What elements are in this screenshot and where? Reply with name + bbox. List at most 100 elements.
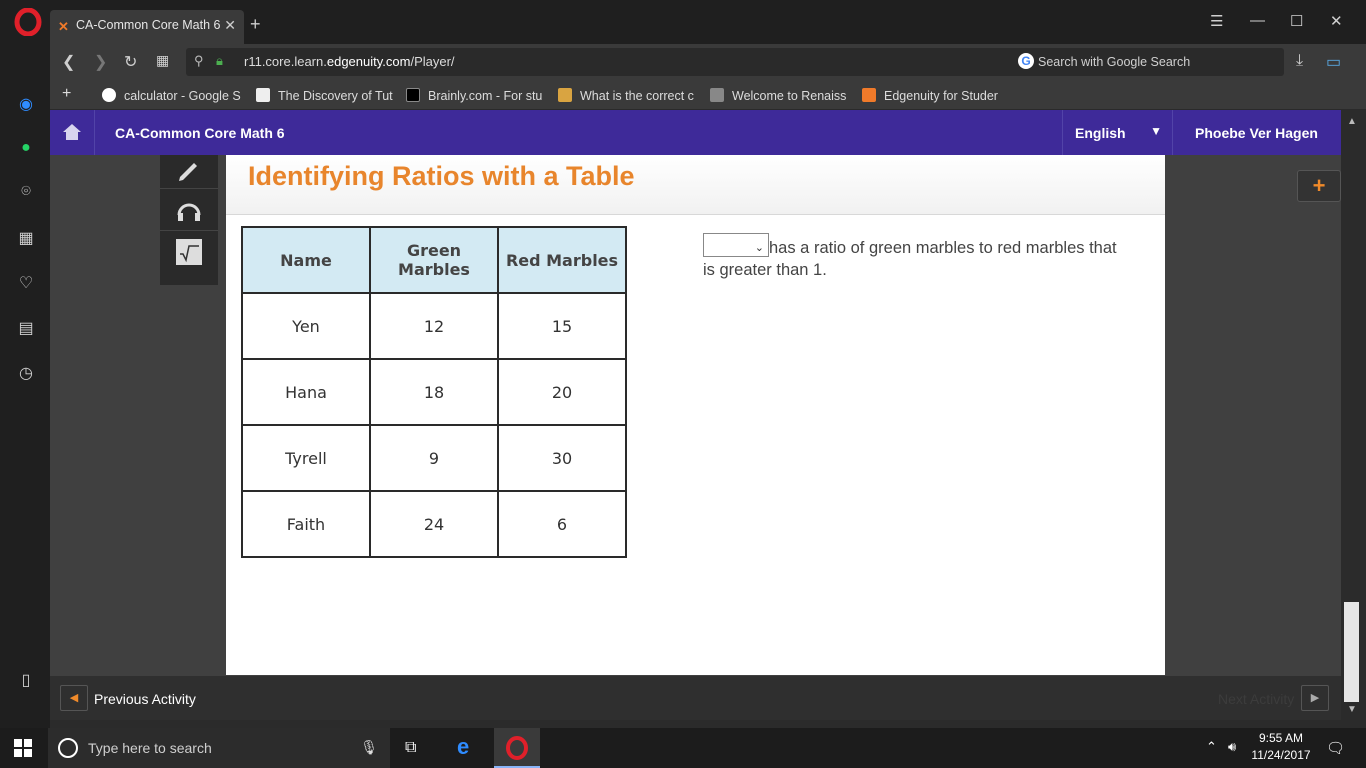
table-header-row: Name Green Marbles Red Marbles xyxy=(241,226,627,294)
taskbar-search-placeholder: Type here to search xyxy=(88,740,212,756)
plus-icon: + xyxy=(1312,173,1326,198)
messenger-icon[interactable]: ◉ xyxy=(17,94,35,113)
course-header: CA-Common Core Math 6 English ▼ Phoebe V… xyxy=(50,110,1341,155)
calculator-tool-button[interactable] xyxy=(160,231,218,273)
forward-button[interactable]: ❯ xyxy=(94,52,107,72)
taskbar-clock[interactable]: 9:55 AM 11/24/2017 xyxy=(1248,730,1314,764)
headphones-icon xyxy=(177,203,201,221)
renaissance-icon xyxy=(710,88,724,102)
previous-activity-label[interactable]: Previous Activity xyxy=(94,691,196,707)
clock-time: 9:55 AM xyxy=(1258,731,1304,745)
next-activity-label[interactable]: Next Activity xyxy=(1218,691,1294,707)
course-page: CA-Common Core Math 6 English ▼ Phoebe V… xyxy=(50,110,1341,720)
chevron-down-icon: ▼ xyxy=(1150,124,1162,138)
previous-activity-button[interactable]: ◀ xyxy=(60,685,88,711)
camera-icon[interactable]: ⌾ xyxy=(17,183,35,201)
brainly-icon xyxy=(406,88,420,102)
right-arrow-icon: ▶ xyxy=(1310,692,1320,704)
address-bar-row: ❮ ❯ ↻ ▦ ⚲ 🔒︎ r11.core.learn.edgenuity.co… xyxy=(50,44,1366,80)
microphone-icon[interactable]: 🎙︎ xyxy=(360,739,378,756)
lock-icon: 🔒︎ xyxy=(216,53,223,68)
home-icon xyxy=(63,124,81,140)
scroll-thumb[interactable] xyxy=(1344,602,1359,702)
table-cell: Tyrell xyxy=(241,424,371,492)
column-header: Red Marbles xyxy=(497,226,627,294)
opera-taskbar-button[interactable] xyxy=(494,728,540,768)
windows-taskbar: Type here to search 🎙︎ ⧉ e ⌃ 🔊︎ 9:55 AM … xyxy=(0,728,1366,768)
google-icon xyxy=(102,88,116,102)
language-select[interactable]: English ▼ xyxy=(1062,110,1172,155)
pencil-icon xyxy=(179,163,197,181)
table-cell: 18 xyxy=(369,358,499,426)
pencil-tool-button[interactable] xyxy=(160,147,218,189)
bookmark-item[interactable]: Welcome to Renaiss xyxy=(710,88,846,103)
bookmark-item[interactable]: Edgenuity for Studer xyxy=(862,88,998,103)
search-field[interactable]: G Search with Google Search xyxy=(1012,48,1284,76)
home-button[interactable] xyxy=(50,110,95,155)
add-button[interactable]: + xyxy=(1297,170,1341,202)
clock-date: 11/24/2017 xyxy=(1251,748,1311,762)
taskbar-search[interactable]: Type here to search 🎙︎ xyxy=(48,728,390,768)
edge-icon[interactable]: e xyxy=(457,734,469,760)
table-row: Faith 24 6 xyxy=(241,490,627,558)
chevron-down-icon: ⌄ xyxy=(754,242,764,254)
page-scrollbar[interactable]: ▲ ▼ xyxy=(1341,110,1366,720)
table-cell: 24 xyxy=(369,490,499,558)
volume-icon[interactable]: 🔊︎ xyxy=(1228,739,1236,755)
table-cell: 9 xyxy=(369,424,499,492)
answer-dropdown[interactable]: ⌄ xyxy=(703,233,769,257)
scroll-up-icon[interactable]: ▲ xyxy=(1347,116,1357,127)
news-icon[interactable]: ▤ xyxy=(17,318,35,337)
browser-tab[interactable]: ✕ CA-Common Core Math 6 ✕ xyxy=(50,10,244,44)
url-field[interactable]: ⚲ 🔒︎ r11.core.learn.edgenuity.com/Player… xyxy=(186,48,1054,76)
speed-dial-icon[interactable]: ▦ xyxy=(17,228,35,247)
sidebar-toggle-icon[interactable]: ▯ xyxy=(17,670,35,689)
user-menu[interactable]: Phoebe Ver Hagen xyxy=(1172,110,1341,155)
download-icon[interactable]: ⤓ xyxy=(1296,52,1303,70)
speed-dial-icon[interactable]: ▦ xyxy=(156,52,169,69)
battery-icon[interactable]: ▭ xyxy=(1326,52,1341,72)
math-formula-icon xyxy=(176,239,202,265)
bookmark-item[interactable]: Brainly.com - For stu xyxy=(406,88,542,103)
notifications-icon[interactable]: 🗨︎ xyxy=(1326,739,1345,757)
maximize-button[interactable]: ☐ xyxy=(1290,12,1303,30)
next-activity-button[interactable]: ▶ xyxy=(1301,685,1329,711)
reload-button[interactable]: ↻ xyxy=(124,52,137,72)
bookmark-item[interactable]: The Discovery of Tut xyxy=(256,88,393,103)
tab-menu-icon[interactable]: ☰ xyxy=(1210,12,1223,30)
chevron-up-icon[interactable]: ⌃ xyxy=(1206,739,1217,755)
table-cell: 20 xyxy=(497,358,627,426)
site-info-icon[interactable]: ⚲ xyxy=(194,53,204,69)
bookmark-item[interactable]: What is the correct c xyxy=(558,88,694,103)
activity-content: Identifying Ratios with a Table Name Gre… xyxy=(226,155,1165,675)
close-window-button[interactable]: ✕ xyxy=(1330,12,1343,30)
opera-logo-icon[interactable] xyxy=(14,8,42,36)
scroll-down-icon[interactable]: ▼ xyxy=(1347,704,1357,715)
table-row: Yen 12 15 xyxy=(241,292,627,360)
heart-icon[interactable]: ♡ xyxy=(17,273,35,292)
close-tab-icon[interactable]: ✕ xyxy=(224,17,236,34)
add-bookmark-button[interactable]: + xyxy=(62,85,71,103)
activity-footer: ◀ Previous Activity Next Activity ▶ xyxy=(50,676,1341,720)
audio-tool-button[interactable] xyxy=(160,189,218,231)
edgenuity-icon xyxy=(862,88,876,102)
table-cell: 12 xyxy=(369,292,499,360)
windows-start-icon[interactable] xyxy=(14,739,32,757)
minimize-button[interactable]: — xyxy=(1250,12,1265,29)
table-cell: 15 xyxy=(497,292,627,360)
whatsapp-icon[interactable]: ● xyxy=(17,139,35,157)
history-icon[interactable]: ◷ xyxy=(17,363,35,382)
cortana-icon xyxy=(58,738,78,758)
new-tab-button[interactable]: + xyxy=(250,14,261,35)
edgenuity-icon: ✕ xyxy=(58,19,69,34)
table-cell: Faith xyxy=(241,490,371,558)
url-path: /Player/ xyxy=(410,54,455,69)
task-view-icon[interactable]: ⧉ xyxy=(405,739,416,757)
user-name: Phoebe Ver Hagen xyxy=(1195,125,1318,141)
activity-title: Identifying Ratios with a Table xyxy=(248,161,635,191)
bookmarks-bar: + calculator - Google S The Discovery of… xyxy=(50,80,1366,110)
tools-panel xyxy=(160,155,218,285)
opera-sidebar: ◉ ● ⌾ ▦ ♡ ▤ ◷ ▯ xyxy=(0,44,50,728)
bookmark-item[interactable]: calculator - Google S xyxy=(102,88,241,103)
back-button[interactable]: ❮ xyxy=(62,52,75,72)
